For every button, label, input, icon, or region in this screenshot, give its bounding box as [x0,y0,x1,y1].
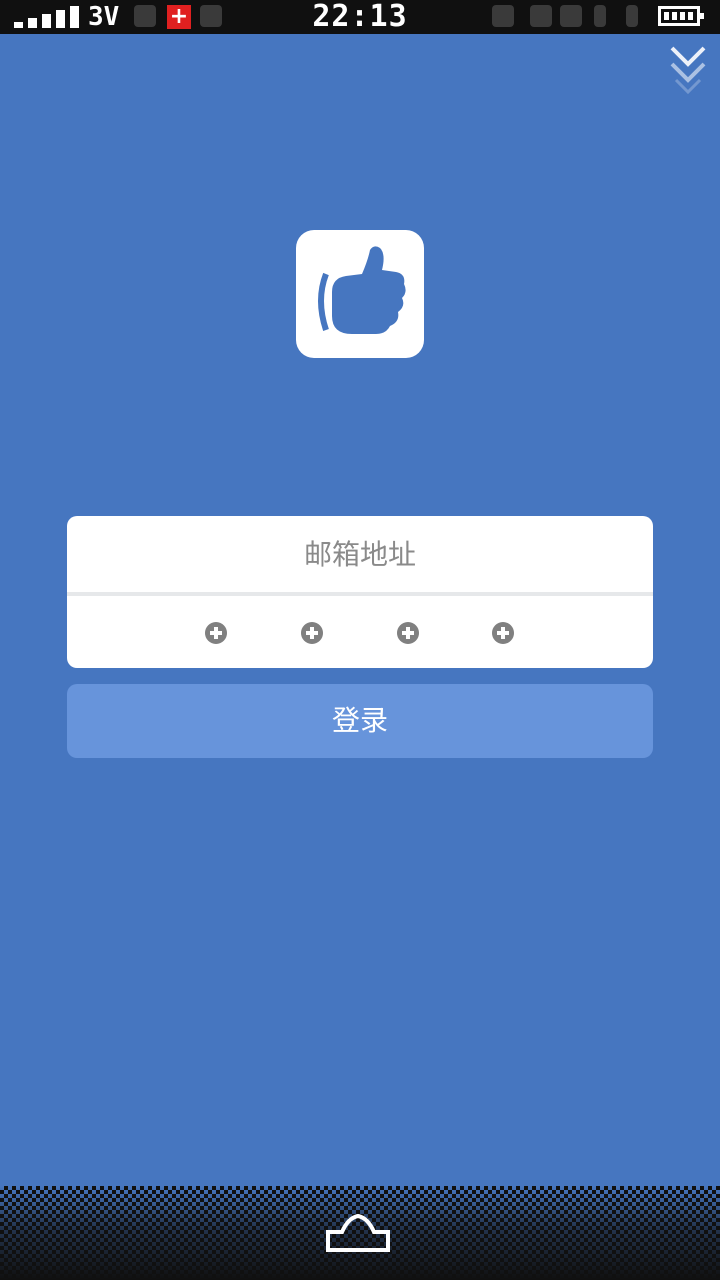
login-form-card [67,516,653,668]
wifi-icon [530,5,552,27]
pin-digit-placeholder-2 [301,622,323,644]
thumbs-up-icon [318,246,406,334]
pin-digit-placeholder-4 [492,622,514,644]
notification-plus-icon: + [167,5,191,29]
usb-icon [134,5,156,27]
app-notification-icon [200,5,222,27]
status-clock: 22:13 [312,0,408,34]
pin-digit-placeholder-3 [397,622,419,644]
login-button[interactable]: 登录 [67,684,653,758]
battery-icon [658,6,704,26]
network-type: 3V [88,2,120,32]
pin-entry-field[interactable] [67,596,653,668]
app-logo [296,230,424,358]
sim-icon [594,5,606,27]
signal-strength-icon [14,6,82,28]
home-icon[interactable] [322,1208,394,1256]
login-screen: 3V + 22:13 邮箱地址 登录 [0,0,720,1280]
double-chevron-down-icon[interactable] [664,44,712,100]
alarm-icon [492,5,514,27]
status-bar: 3V + 22:13 [0,0,720,34]
email-address-input[interactable] [67,516,653,592]
data-transfer-icon [560,5,582,27]
pin-digit-placeholder-1 [205,622,227,644]
vibrate-icon [626,5,638,27]
